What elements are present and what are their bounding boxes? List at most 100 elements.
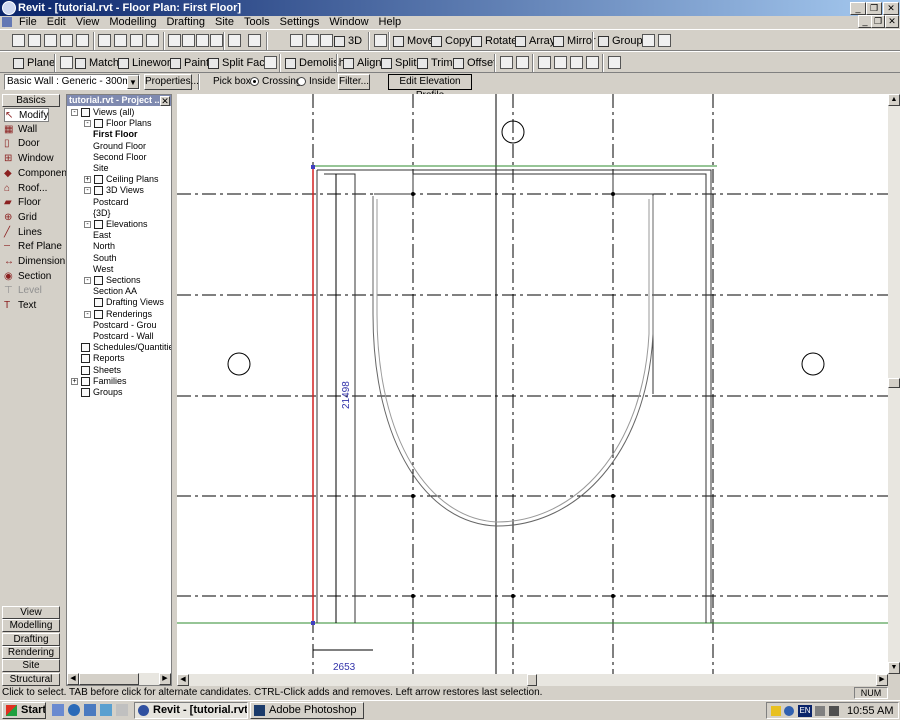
browser-item-sheets[interactable]: Sheets <box>93 365 121 376</box>
tool-wall[interactable]: ▦ Wall <box>4 123 37 137</box>
tool-modify[interactable]: ↖ Modify <box>4 108 50 122</box>
menu-help[interactable]: Help <box>374 16 407 29</box>
paint-button[interactable]: Paint <box>169 54 209 72</box>
tool-dimension[interactable]: ↔ Dimension <box>4 255 65 269</box>
expand-icon[interactable]: + <box>71 377 78 385</box>
browser-item-elevations[interactable]: Elevations <box>106 219 148 230</box>
browser-item-postcard-grou[interactable]: Postcard - Grou <box>93 320 157 331</box>
doc-restore-button[interactable]: ❐ <box>871 15 885 28</box>
lock-icon[interactable] <box>642 34 655 47</box>
tool-ref-plane[interactable]: ┄ Ref Plane <box>4 240 62 254</box>
revit-app-icon[interactable] <box>2 1 16 15</box>
tab-view[interactable]: View <box>2 606 60 619</box>
tool-roof[interactable]: ⌂ Roof... <box>4 182 47 196</box>
dropdown-arrow-icon[interactable]: ▼ <box>127 75 139 89</box>
linework-button[interactable]: Linework <box>117 54 176 72</box>
inside-radio[interactable] <box>297 77 306 86</box>
properties-button[interactable]: Properties... <box>144 74 199 90</box>
copy-icon[interactable] <box>114 34 127 47</box>
menu-window[interactable]: Window <box>324 16 373 29</box>
browser-item-south[interactable]: South <box>93 253 117 264</box>
browser-item-site[interactable]: Site <box>93 163 109 174</box>
tab-drafting[interactable]: Drafting <box>2 632 60 646</box>
paste-aligned-icon[interactable] <box>554 56 567 69</box>
menu-modelling[interactable]: Modelling <box>104 16 161 29</box>
copy-clipboard-icon[interactable] <box>538 56 551 69</box>
rotate-button[interactable]: Rotate <box>470 32 517 50</box>
browser-item-renderings[interactable]: Renderings <box>106 309 152 320</box>
quicklaunch-explorer-icon[interactable] <box>52 704 64 716</box>
tool-floor[interactable]: ▰ Floor <box>4 196 41 210</box>
tab-modelling[interactable]: Modelling <box>2 619 60 633</box>
taskbar-revit-button[interactable]: Revit - [tutorial.rvt ... <box>134 702 248 719</box>
browser-item-reports[interactable]: Reports <box>93 353 125 364</box>
drawing-canvas[interactable]: 21498 2653 <box>177 94 888 674</box>
align-button[interactable]: Align <box>342 54 381 72</box>
title-bar[interactable]: Revit - [tutorial.rvt - Floor Plan: Firs… <box>0 0 900 16</box>
collapse-icon[interactable]: - <box>71 109 78 116</box>
paste-icon[interactable] <box>130 34 143 47</box>
mirror-button[interactable]: Mirror <box>552 32 596 50</box>
document-icon[interactable] <box>2 17 12 27</box>
paste-level-icon[interactable] <box>586 56 599 69</box>
plane-button[interactable]: Plane <box>12 54 55 72</box>
quicklaunch-email-icon[interactable] <box>84 704 96 716</box>
tab-structural[interactable]: Structural <box>2 672 60 686</box>
tray-network-icon[interactable] <box>784 706 794 716</box>
minimize-button[interactable]: _ <box>850 2 866 15</box>
collapse-icon[interactable]: - <box>84 310 91 318</box>
expand-icon[interactable]: + <box>84 176 91 184</box>
pin-icon[interactable] <box>500 56 513 69</box>
browser-item-ground-floor[interactable]: Ground Floor <box>93 141 146 152</box>
offset-button[interactable]: Offset <box>452 54 496 72</box>
menu-settings[interactable]: Settings <box>275 16 325 29</box>
browser-item-drafting-views[interactable]: Drafting Views <box>106 297 164 308</box>
collapse-icon[interactable]: - <box>84 120 91 128</box>
browser-item-floor-plans[interactable]: Floor Plans <box>106 118 152 129</box>
scroll-down-icon[interactable]: ▼ <box>888 662 900 674</box>
tray-monitor-icon[interactable] <box>829 706 839 716</box>
quicklaunch-desktop-icon[interactable] <box>100 704 112 716</box>
tool-component[interactable]: ◆ Component <box>4 167 70 181</box>
doc-minimize-button[interactable]: _ <box>858 15 872 28</box>
collapse-icon[interactable]: - <box>84 187 91 195</box>
save-all-icon[interactable] <box>60 34 73 47</box>
hscroll-thumb[interactable] <box>527 674 537 686</box>
link-icon[interactable] <box>658 34 671 47</box>
scroll-right-icon[interactable]: ▶ <box>159 673 171 685</box>
crossing-radio[interactable] <box>250 77 259 86</box>
quicklaunch-browser-icon[interactable] <box>68 704 80 716</box>
wall-join-icon[interactable] <box>264 56 277 69</box>
wall-grip-bottom[interactable] <box>311 621 315 625</box>
tool-icon[interactable] <box>374 34 387 47</box>
scroll-up-icon[interactable]: ▲ <box>888 94 900 106</box>
browser-item-postcard-wall[interactable]: Postcard - Wall <box>93 331 154 342</box>
tool-grid[interactable]: ⊕ Grid <box>4 211 37 225</box>
tray-icon[interactable] <box>771 706 781 716</box>
zoom-icon[interactable] <box>306 34 319 47</box>
taskbar-photoshop-button[interactable]: Adobe Photoshop <box>250 702 364 719</box>
browser-item-postcard[interactable]: Postcard <box>93 197 129 208</box>
dimension-height-text[interactable]: 21498 <box>341 381 352 409</box>
canvas-hscrollbar[interactable]: ◀ ▶ <box>177 674 888 686</box>
scroll-left-icon[interactable]: ◀ <box>67 673 79 685</box>
split-button[interactable]: Split <box>380 54 416 72</box>
tab-site[interactable]: Site <box>2 659 60 673</box>
quicklaunch-app-icon[interactable] <box>116 704 128 716</box>
vscroll-thumb[interactable] <box>888 378 900 388</box>
start-button[interactable]: Start <box>2 702 46 719</box>
scroll-left-icon[interactable]: ◀ <box>177 674 189 686</box>
tray-sound-icon[interactable] <box>815 706 825 716</box>
wall-grip-top[interactable] <box>311 165 315 169</box>
zoom-dropdown-icon[interactable] <box>320 34 333 47</box>
unpin-icon[interactable] <box>516 56 529 69</box>
canvas-vscrollbar[interactable]: ▲ ▼ <box>888 94 900 674</box>
browser-item-north[interactable]: North <box>93 241 115 252</box>
match-button[interactable]: Match <box>74 54 119 72</box>
save-icon[interactable] <box>44 34 57 47</box>
tool-window[interactable]: ⊞ Window <box>4 152 54 166</box>
tab-rendering[interactable]: Rendering <box>2 645 60 659</box>
browser-hscrollbar[interactable]: ◀ ▶ <box>67 673 171 685</box>
menu-tools[interactable]: Tools <box>239 16 275 29</box>
print-icon[interactable] <box>76 34 89 47</box>
